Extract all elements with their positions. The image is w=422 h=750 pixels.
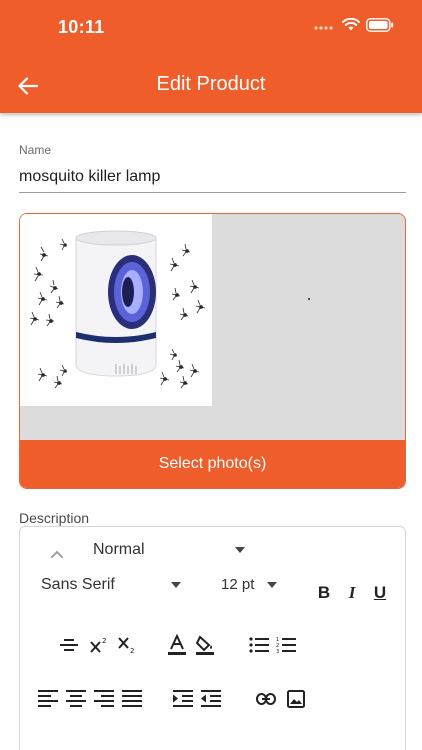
wifi-icon: [342, 18, 360, 31]
bullet-list-button[interactable]: [248, 635, 270, 655]
align-justify-icon: [122, 690, 142, 707]
superscript-button[interactable]: 2: [88, 633, 110, 657]
font-select-value: Sans Serif: [41, 576, 115, 593]
chevron-up-icon: [51, 550, 63, 558]
status-time: 10:11: [58, 17, 105, 37]
fill-bucket-icon: [195, 635, 214, 655]
status-icons: [314, 18, 394, 32]
heading-select[interactable]: Normal: [93, 541, 245, 559]
outdent-icon: [201, 690, 221, 707]
app-bar: 10:11 Edit Product: [0, 0, 422, 113]
bold-icon: B: [317, 583, 331, 602]
text-color-button[interactable]: [166, 633, 188, 657]
name-input[interactable]: [19, 161, 406, 193]
align-right-button[interactable]: [93, 689, 115, 709]
align-left-icon: [38, 690, 58, 707]
bullet-list-icon: [249, 637, 269, 653]
rich-text-editor: Normal Sans Serif 12 pt B I U 2 2 1 2 3: [19, 526, 406, 750]
strikethrough-icon: [60, 639, 78, 651]
bold-button[interactable]: B: [315, 583, 333, 603]
numbered-list-button[interactable]: 1 2 3: [275, 635, 297, 655]
image-icon: [287, 690, 305, 708]
background-color-button[interactable]: [194, 633, 216, 657]
select-photos-button[interactable]: Select photo(s): [20, 440, 405, 488]
svg-text:2: 2: [130, 647, 134, 655]
mosquito-lamp-image: [20, 214, 212, 406]
page-title: Edit Product: [156, 73, 266, 95]
align-right-icon: [94, 690, 114, 707]
cellular-signal-icon: [314, 26, 333, 30]
chevron-down-icon: [171, 582, 181, 588]
italic-icon: I: [348, 583, 356, 602]
numbered-list-icon: 1 2 3: [276, 637, 296, 654]
align-justify-button[interactable]: [121, 689, 143, 709]
italic-button[interactable]: I: [343, 583, 361, 603]
chevron-down-icon: [267, 581, 277, 588]
product-photo[interactable]: [20, 214, 212, 406]
collapse-toolbar-button[interactable]: [48, 545, 66, 563]
link-icon: [256, 693, 276, 705]
description-label: Description: [19, 510, 90, 526]
underline-button[interactable]: U: [371, 583, 389, 603]
battery-icon: [366, 18, 394, 32]
align-center-icon: [66, 690, 86, 707]
indent-icon: [173, 690, 193, 707]
svg-text:2: 2: [102, 637, 106, 645]
svg-text:3: 3: [276, 649, 279, 654]
photo-card: Select photo(s): [19, 213, 406, 489]
underline-icon: U: [373, 583, 387, 602]
font-select[interactable]: Sans Serif: [41, 576, 181, 594]
indent-button[interactable]: [172, 689, 194, 709]
subscript-button[interactable]: 2: [116, 633, 138, 657]
text-color-icon: [168, 634, 186, 655]
insert-image-button[interactable]: [285, 689, 307, 709]
size-select-value: 12 pt: [221, 576, 255, 593]
strikethrough-button[interactable]: [58, 634, 80, 656]
align-left-button[interactable]: [37, 689, 59, 709]
chevron-down-icon: [235, 547, 245, 553]
empty-slot-marker: [308, 298, 310, 300]
subscript-icon: 2: [118, 637, 134, 655]
superscript-icon: 2: [90, 637, 106, 653]
heading-select-value: Normal: [93, 541, 145, 558]
outdent-button[interactable]: [200, 689, 222, 709]
name-label: Name: [19, 143, 52, 157]
align-center-button[interactable]: [65, 689, 87, 709]
size-select[interactable]: 12 pt: [221, 576, 277, 593]
insert-link-button[interactable]: [255, 689, 277, 709]
